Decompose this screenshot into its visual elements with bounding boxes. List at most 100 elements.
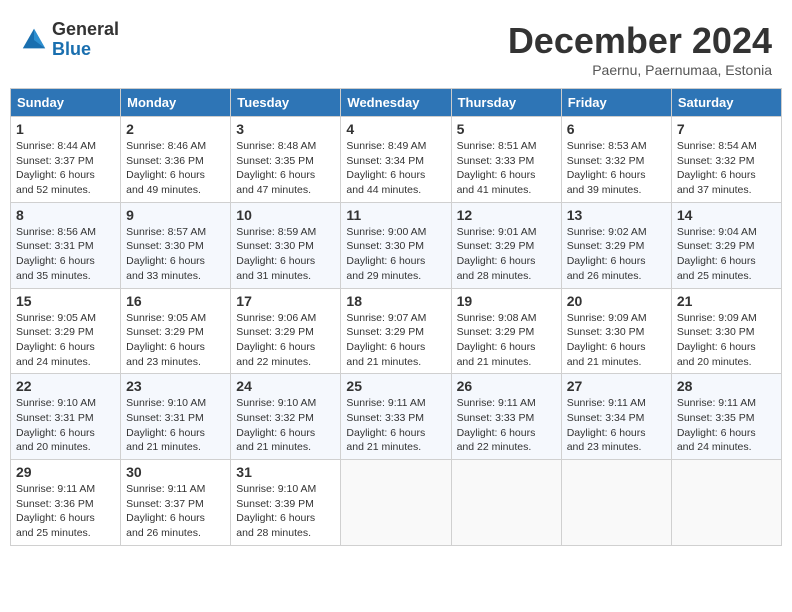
- weekday-header: Tuesday: [231, 89, 341, 117]
- day-number: 26: [457, 378, 556, 394]
- day-number: 13: [567, 207, 666, 223]
- table-row: 29 Sunrise: 9:11 AMSunset: 3:36 PMDayligh…: [11, 460, 121, 546]
- day-number: 14: [677, 207, 776, 223]
- day-number: 6: [567, 121, 666, 137]
- day-number: 8: [16, 207, 115, 223]
- table-row: 5 Sunrise: 8:51 AMSunset: 3:33 PMDaylight…: [451, 117, 561, 203]
- logo: General Blue: [20, 20, 119, 60]
- table-row: 12 Sunrise: 9:01 AMSunset: 3:29 PMDayligh…: [451, 202, 561, 288]
- table-row: 30Sunrise: 9:11 AMSunset: 3:37 PMDayligh…: [121, 460, 231, 546]
- table-row: 31Sunrise: 9:10 AMSunset: 3:39 PMDayligh…: [231, 460, 341, 546]
- table-row: 26Sunrise: 9:11 AMSunset: 3:33 PMDayligh…: [451, 374, 561, 460]
- title-area: December 2024 Paernu, Paernumaa, Estonia: [508, 20, 772, 78]
- table-row: [451, 460, 561, 546]
- day-number: 7: [677, 121, 776, 137]
- weekday-header: Friday: [561, 89, 671, 117]
- table-row: 13Sunrise: 9:02 AMSunset: 3:29 PMDayligh…: [561, 202, 671, 288]
- day-number: 11: [346, 207, 445, 223]
- calendar-week-row: 1 Sunrise: 8:44 AMSunset: 3:37 PMDaylight…: [11, 117, 782, 203]
- day-info: Sunrise: 9:09 AMSunset: 3:30 PMDaylight:…: [677, 311, 776, 370]
- table-row: 6 Sunrise: 8:53 AMSunset: 3:32 PMDaylight…: [561, 117, 671, 203]
- calendar-week-row: 8 Sunrise: 8:56 AMSunset: 3:31 PMDaylight…: [11, 202, 782, 288]
- day-info: Sunrise: 9:08 AMSunset: 3:29 PMDaylight:…: [457, 311, 556, 370]
- day-info: Sunrise: 8:49 AMSunset: 3:34 PMDaylight:…: [346, 139, 445, 198]
- day-number: 1: [16, 121, 115, 137]
- page-header: General Blue December 2024 Paernu, Paern…: [10, 10, 782, 83]
- day-number: 2: [126, 121, 225, 137]
- day-info: Sunrise: 9:04 AMSunset: 3:29 PMDaylight:…: [677, 225, 776, 284]
- day-info: Sunrise: 8:59 AMSunset: 3:30 PMDaylight:…: [236, 225, 335, 284]
- day-info: Sunrise: 8:51 AMSunset: 3:33 PMDaylight:…: [457, 139, 556, 198]
- weekday-header: Monday: [121, 89, 231, 117]
- table-row: [341, 460, 451, 546]
- day-info: Sunrise: 9:10 AMSunset: 3:31 PMDaylight:…: [126, 396, 225, 455]
- day-info: Sunrise: 9:10 AMSunset: 3:39 PMDaylight:…: [236, 482, 335, 541]
- day-info: Sunrise: 9:05 AMSunset: 3:29 PMDaylight:…: [126, 311, 225, 370]
- table-row: 7Sunrise: 8:54 AMSunset: 3:32 PMDaylight…: [671, 117, 781, 203]
- table-row: 11 Sunrise: 9:00 AMSunset: 3:30 PMDayligh…: [341, 202, 451, 288]
- day-info: Sunrise: 8:48 AMSunset: 3:35 PMDaylight:…: [236, 139, 335, 198]
- day-number: 15: [16, 293, 115, 309]
- logo-general: General: [52, 20, 119, 40]
- table-row: 22Sunrise: 9:10 AMSunset: 3:31 PMDayligh…: [11, 374, 121, 460]
- day-number: 17: [236, 293, 335, 309]
- calendar-week-row: 22Sunrise: 9:10 AMSunset: 3:31 PMDayligh…: [11, 374, 782, 460]
- table-row: 20Sunrise: 9:09 AMSunset: 3:30 PMDayligh…: [561, 288, 671, 374]
- day-info: Sunrise: 9:06 AMSunset: 3:29 PMDaylight:…: [236, 311, 335, 370]
- table-row: 4 Sunrise: 8:49 AMSunset: 3:34 PMDaylight…: [341, 117, 451, 203]
- table-row: 23 Sunrise: 9:10 AMSunset: 3:31 PMDayligh…: [121, 374, 231, 460]
- day-number: 21: [677, 293, 776, 309]
- calendar-week-row: 29 Sunrise: 9:11 AMSunset: 3:36 PMDayligh…: [11, 460, 782, 546]
- day-info: Sunrise: 9:11 AMSunset: 3:36 PMDaylight:…: [16, 482, 115, 541]
- day-number: 28: [677, 378, 776, 394]
- day-number: 3: [236, 121, 335, 137]
- day-info: Sunrise: 8:44 AMSunset: 3:37 PMDaylight:…: [16, 139, 115, 198]
- logo-icon: [20, 26, 48, 54]
- table-row: 27 Sunrise: 9:11 AMSunset: 3:34 PMDayligh…: [561, 374, 671, 460]
- day-info: Sunrise: 9:05 AMSunset: 3:29 PMDaylight:…: [16, 311, 115, 370]
- table-row: [671, 460, 781, 546]
- day-info: Sunrise: 8:57 AMSunset: 3:30 PMDaylight:…: [126, 225, 225, 284]
- day-info: Sunrise: 9:11 AMSunset: 3:35 PMDaylight:…: [677, 396, 776, 455]
- calendar-week-row: 15 Sunrise: 9:05 AMSunset: 3:29 PMDayligh…: [11, 288, 782, 374]
- day-number: 12: [457, 207, 556, 223]
- day-info: Sunrise: 8:53 AMSunset: 3:32 PMDaylight:…: [567, 139, 666, 198]
- table-row: 21 Sunrise: 9:09 AMSunset: 3:30 PMDayligh…: [671, 288, 781, 374]
- weekday-header: Wednesday: [341, 89, 451, 117]
- day-number: 20: [567, 293, 666, 309]
- day-info: Sunrise: 9:10 AMSunset: 3:31 PMDaylight:…: [16, 396, 115, 455]
- day-number: 23: [126, 378, 225, 394]
- day-number: 29: [16, 464, 115, 480]
- table-row: 14 Sunrise: 9:04 AMSunset: 3:29 PMDayligh…: [671, 202, 781, 288]
- day-info: Sunrise: 8:56 AMSunset: 3:31 PMDaylight:…: [16, 225, 115, 284]
- table-row: 19 Sunrise: 9:08 AMSunset: 3:29 PMDayligh…: [451, 288, 561, 374]
- day-info: Sunrise: 9:11 AMSunset: 3:37 PMDaylight:…: [126, 482, 225, 541]
- table-row: 8 Sunrise: 8:56 AMSunset: 3:31 PMDaylight…: [11, 202, 121, 288]
- weekday-header: Sunday: [11, 89, 121, 117]
- day-number: 5: [457, 121, 556, 137]
- weekday-header: Thursday: [451, 89, 561, 117]
- month-title: December 2024: [508, 20, 772, 62]
- day-number: 9: [126, 207, 225, 223]
- table-row: 3 Sunrise: 8:48 AMSunset: 3:35 PMDaylight…: [231, 117, 341, 203]
- day-info: Sunrise: 9:11 AMSunset: 3:34 PMDaylight:…: [567, 396, 666, 455]
- location-subtitle: Paernu, Paernumaa, Estonia: [508, 62, 772, 78]
- day-number: 25: [346, 378, 445, 394]
- day-number: 19: [457, 293, 556, 309]
- table-row: 17 Sunrise: 9:06 AMSunset: 3:29 PMDayligh…: [231, 288, 341, 374]
- day-number: 16: [126, 293, 225, 309]
- table-row: 18Sunrise: 9:07 AMSunset: 3:29 PMDayligh…: [341, 288, 451, 374]
- day-info: Sunrise: 9:10 AMSunset: 3:32 PMDaylight:…: [236, 396, 335, 455]
- day-info: Sunrise: 9:00 AMSunset: 3:30 PMDaylight:…: [346, 225, 445, 284]
- day-number: 27: [567, 378, 666, 394]
- table-row: 28 Sunrise: 9:11 AMSunset: 3:35 PMDayligh…: [671, 374, 781, 460]
- table-row: 16 Sunrise: 9:05 AMSunset: 3:29 PMDayligh…: [121, 288, 231, 374]
- day-info: Sunrise: 9:11 AMSunset: 3:33 PMDaylight:…: [346, 396, 445, 455]
- table-row: 24Sunrise: 9:10 AMSunset: 3:32 PMDayligh…: [231, 374, 341, 460]
- table-row: 15 Sunrise: 9:05 AMSunset: 3:29 PMDayligh…: [11, 288, 121, 374]
- day-number: 4: [346, 121, 445, 137]
- weekday-header: Saturday: [671, 89, 781, 117]
- day-info: Sunrise: 9:01 AMSunset: 3:29 PMDaylight:…: [457, 225, 556, 284]
- table-row: 10Sunrise: 8:59 AMSunset: 3:30 PMDayligh…: [231, 202, 341, 288]
- day-number: 18: [346, 293, 445, 309]
